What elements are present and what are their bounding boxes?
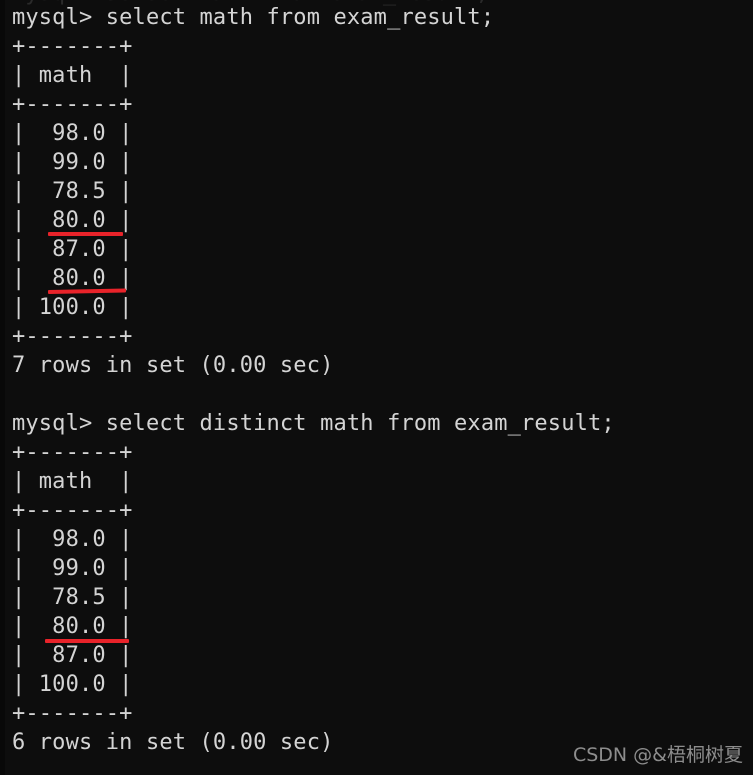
terminal-window: mysql> select math from exam_result; mys… bbox=[0, 0, 753, 775]
table-row: | 78.5 | bbox=[12, 585, 133, 610]
terminal-output: mysql> select math from exam_result; +--… bbox=[12, 3, 752, 757]
table-header-row-1: | math | bbox=[12, 63, 133, 88]
table-header-separator-1: +-------+ bbox=[12, 92, 133, 117]
red-underline-annotation bbox=[48, 232, 123, 236]
table-row: | 100.0 | bbox=[12, 672, 133, 697]
table-row: | 100.0 | bbox=[12, 295, 133, 320]
table-row: | 78.5 | bbox=[12, 179, 133, 204]
table-top-border-1: +-------+ bbox=[12, 34, 133, 59]
table-row: | 87.0 | bbox=[12, 643, 133, 668]
table-row: | 99.0 | bbox=[12, 556, 133, 581]
prompt-line-2: mysql> select distinct math from exam_re… bbox=[12, 411, 615, 436]
table-bottom-border-1: +-------+ bbox=[12, 324, 133, 349]
terminal-left-edge bbox=[0, 0, 5, 775]
table-row: | 87.0 | bbox=[12, 237, 133, 262]
csdn-watermark: CSDN @&梧桐树夏 bbox=[572, 744, 743, 766]
table-row: | 80.0 | bbox=[12, 614, 133, 639]
table-bottom-border-2: +-------+ bbox=[12, 701, 133, 726]
table-row: | 98.0 | bbox=[12, 527, 133, 552]
table-row: | 98.0 | bbox=[12, 121, 133, 146]
table-header-row-2: | math | bbox=[12, 469, 133, 494]
table-row: | 99.0 | bbox=[12, 150, 133, 175]
status-line-1: 7 rows in set (0.00 sec) bbox=[12, 353, 334, 378]
table-header-separator-2: +-------+ bbox=[12, 498, 133, 523]
table-top-border-2: +-------+ bbox=[12, 440, 133, 465]
prompt-line-1: mysql> select math from exam_result; bbox=[12, 5, 495, 30]
red-underline-annotation bbox=[45, 639, 129, 643]
table-row: | 80.0 | bbox=[12, 208, 133, 233]
